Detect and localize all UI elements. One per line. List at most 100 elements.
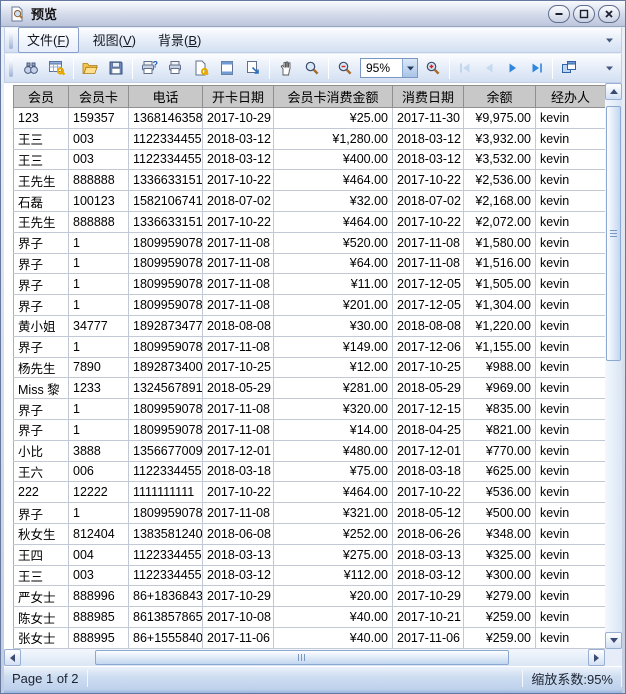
table-cell: ¥25.00 [274,108,393,129]
table-cell: 王先生 [14,211,69,232]
zoom-combobox[interactable]: 95% [360,58,418,78]
find-binoculars-icon [22,59,40,77]
report-settings-icon [48,59,66,77]
table-cell: 2017-11-08 [203,503,274,524]
table-cell: ¥1,505.00 [464,274,536,295]
first-page-button[interactable] [453,56,477,80]
page-setup-button[interactable] [188,56,214,80]
table-cell: ¥1,516.00 [464,253,536,274]
table-cell: 2017-12-05 [393,295,464,316]
vertical-scrollbar[interactable] [605,83,622,649]
table-cell: ¥30.00 [274,315,393,336]
chevron-down-icon [605,64,614,72]
table-cell: kevin [536,440,606,461]
table-cell: ¥464.00 [274,170,393,191]
table-row: 秋女生81240413835812402018-06-08¥252.002018… [14,523,606,544]
report-page: 会员会员卡电话开卡日期会员卡消费金额消费日期余额经办人 123159357136… [4,83,605,649]
table-cell: 1809959078 [129,274,203,295]
thumb-grip-icon [610,230,617,238]
menu-item-file[interactable]: 文件(F) [18,27,79,53]
pan-hand-button[interactable] [273,56,299,80]
horizontal-scroll-track[interactable] [21,649,588,666]
zoom-in-button[interactable] [420,56,446,80]
vertical-scroll-thumb[interactable] [606,106,621,361]
vertical-scroll-track[interactable] [605,100,622,632]
report-settings-button[interactable] [44,56,70,80]
table-cell: kevin [536,315,606,336]
minimize-button[interactable] [548,5,570,23]
table-cell: 2017-12-01 [393,440,464,461]
last-page-button[interactable] [525,56,549,80]
zoom-button[interactable] [299,56,325,80]
zoom-out-button[interactable] [332,56,358,80]
table-cell: 王三 [14,149,69,170]
preview-table: 会员会员卡电话开卡日期会员卡消费金额消费日期余额经办人 123159357136… [13,85,605,649]
table-cell: 2017-11-30 [393,108,464,129]
table-cell: 2018-04-25 [393,419,464,440]
table-cell: kevin [536,419,606,440]
table-cell: kevin [536,461,606,482]
prev-page-button[interactable] [477,56,501,80]
table-cell: ¥40.00 [274,607,393,628]
scroll-up-button[interactable] [605,83,622,100]
print-button[interactable] [162,56,188,80]
arrow-left-icon [10,654,15,662]
horizontal-scrollbar[interactable] [4,649,605,666]
table-cell: 2017-11-08 [203,336,274,357]
table-row: 杨先生789018928734002017-10-25¥12.002017-10… [14,357,606,378]
table-cell: 86+1555840 [129,627,203,648]
table-cell: 2018-03-12 [203,128,274,149]
scroll-down-button[interactable] [605,632,622,649]
table-header-row: 会员会员卡电话开卡日期会员卡消费金额消费日期余额经办人 [14,86,606,108]
maximize-icon [579,9,589,19]
menu-item-background[interactable]: 背景(B) [150,28,209,52]
scroll-right-button[interactable] [588,649,605,666]
menu-bar: 文件(F) 视图(V) 背景(B) [4,27,622,53]
table-cell: kevin [536,523,606,544]
fit-page-button[interactable] [214,56,240,80]
table-cell: 1892873400 [129,357,203,378]
next-page-button[interactable] [501,56,525,80]
table-cell: 2018-06-08 [203,523,274,544]
close-button[interactable] [598,5,620,23]
toolbar-grip[interactable] [9,59,13,77]
window-bottom-edge [4,689,622,693]
table-cell: 1336633151 [129,170,203,191]
table-cell: kevin [536,295,606,316]
table-cell: 2017-11-08 [393,232,464,253]
scroll-left-button[interactable] [4,649,21,666]
find-button[interactable] [18,56,44,80]
maximize-button[interactable] [573,5,595,23]
table-cell: 1368146358 [129,108,203,129]
table-cell: 陈女士 [14,607,69,628]
table-cell: 2017-11-08 [203,232,274,253]
table-row: 陈女士88898586138578652017-10-08¥40.002017-… [14,607,606,628]
open-button[interactable] [77,56,103,80]
table-cell: 2017-11-06 [203,627,274,648]
table-cell: 界子 [14,232,69,253]
multi-page-button[interactable] [556,56,582,80]
table-cell: 2017-10-08 [203,607,274,628]
horizontal-scroll-thumb[interactable] [95,650,509,665]
menubar-grip[interactable] [9,31,13,49]
export-button[interactable] [240,56,266,80]
print-setup-button[interactable]: ? [136,56,162,80]
table-row: 张女士88899586+15558402017-11-06¥40.002017-… [14,627,606,648]
table-cell: 界子 [14,253,69,274]
table-cell: 1122334455 [129,149,203,170]
zoom-combobox-dropdown-button[interactable] [402,59,417,77]
table-cell: 2017-10-22 [203,170,274,191]
table-cell: 006 [69,461,129,482]
table-cell: kevin [536,128,606,149]
table-cell: ¥40.00 [274,627,393,648]
chevron-down-icon [605,36,614,44]
table-cell: ¥14.00 [274,419,393,440]
menu-item-view[interactable]: 视图(V) [85,28,144,52]
table-cell: kevin [536,544,606,565]
multi-page-icon [560,59,578,77]
table-cell: 小比 [14,440,69,461]
toolbar-options-button[interactable] [602,58,617,78]
menubar-options-button[interactable] [602,30,617,50]
save-button[interactable] [103,56,129,80]
table-cell: ¥279.00 [464,586,536,607]
